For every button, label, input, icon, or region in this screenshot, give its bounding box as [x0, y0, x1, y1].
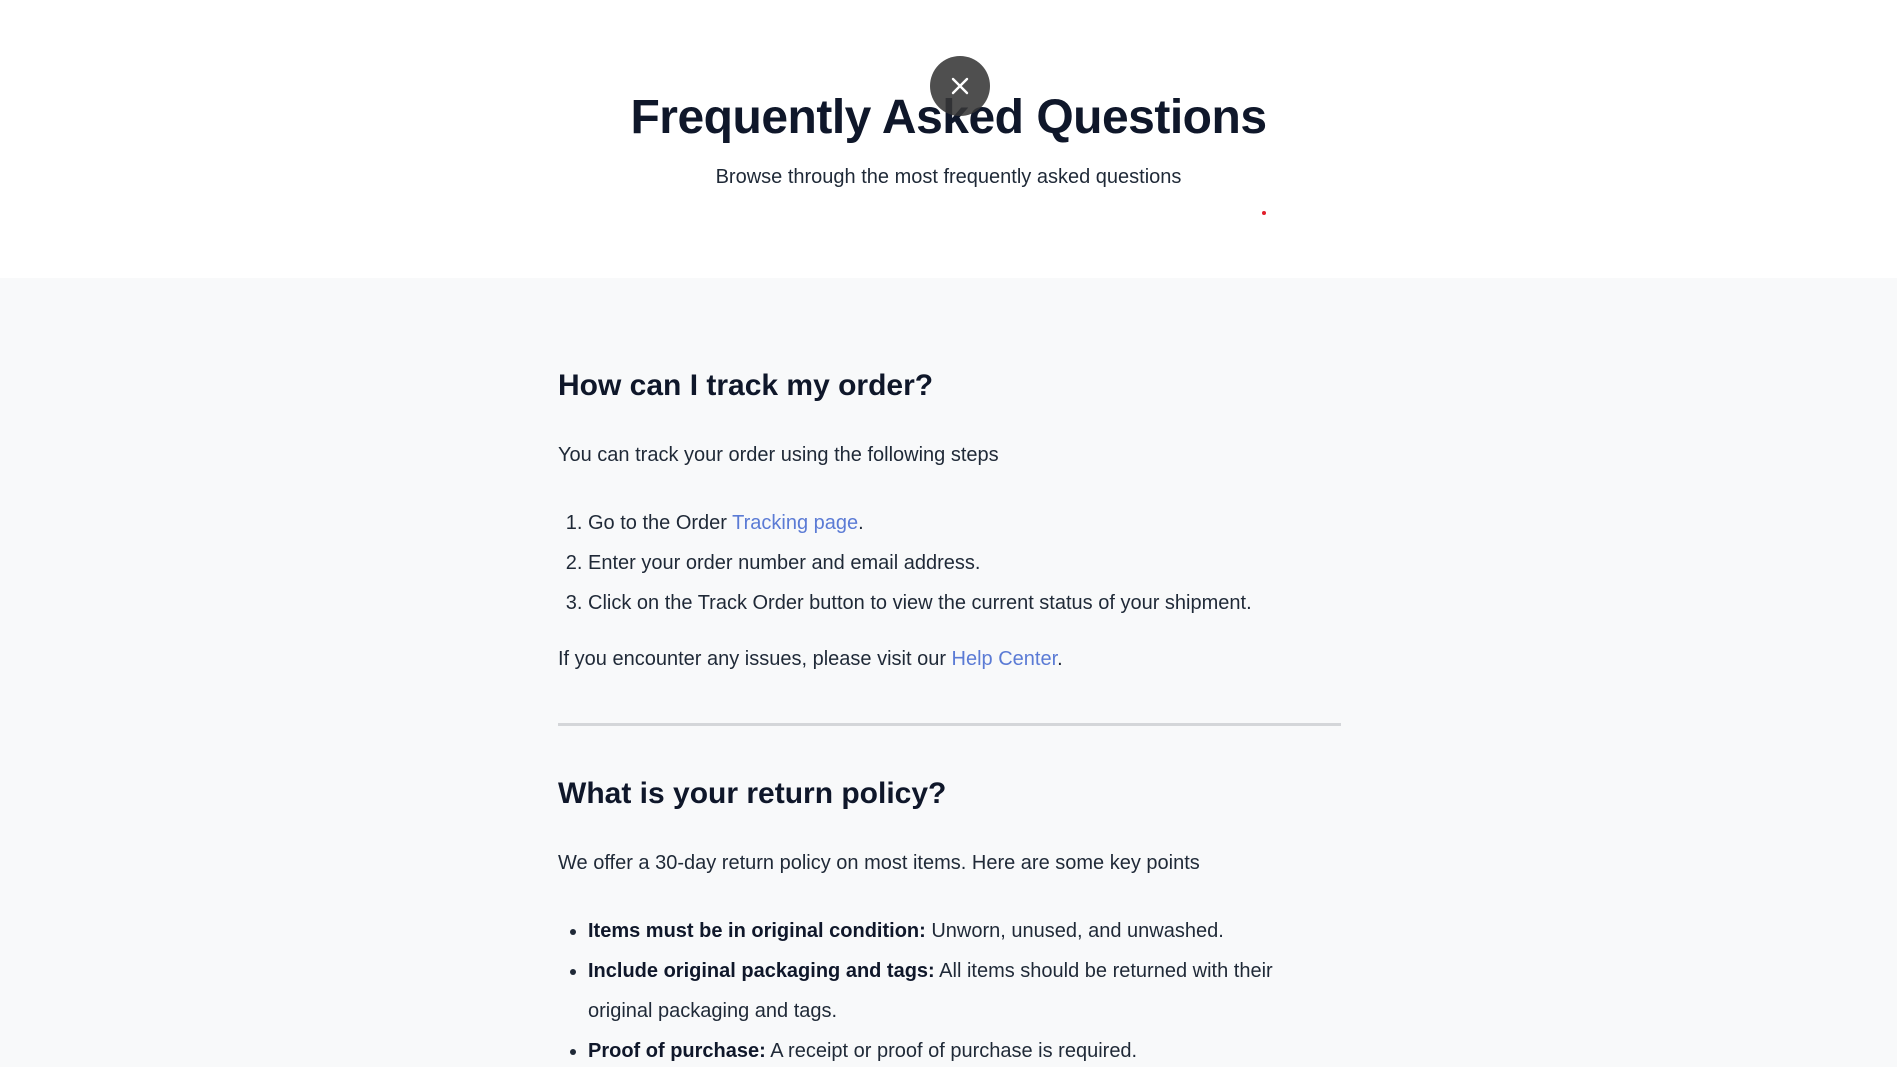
tracking-steps-list: Go to the Order Tracking page. Enter you… [558, 503, 1341, 623]
cursor-dot [1262, 211, 1266, 215]
help-center-link[interactable]: Help Center [952, 648, 1058, 670]
close-button[interactable] [930, 56, 990, 116]
point-label: Items must be in original condition: [588, 920, 926, 942]
step-text: Click on the Track Order button to view … [588, 592, 1252, 614]
page-subtitle: Browse through the most frequently asked… [715, 166, 1182, 188]
list-item: Click on the Track Order button to view … [588, 583, 1341, 623]
step-text: Enter your order number and email addres… [588, 552, 981, 574]
list-item: Proof of purchase: A receipt or proof of… [588, 1031, 1341, 1071]
outro-text: If you encounter any issues, please visi… [558, 648, 952, 670]
faq-list: How can I track my order? You can track … [0, 278, 1897, 1067]
list-item: Enter your order number and email addres… [588, 543, 1341, 583]
point-text: Unworn, unused, and unwashed. [925, 920, 1224, 942]
faq-question: What is your return policy? [558, 777, 947, 810]
point-text: A receipt or proof of purchase is requir… [765, 1040, 1138, 1062]
faq-answer-outro: If you encounter any issues, please visi… [558, 645, 1341, 673]
list-item: Items must be in original condition: Unw… [588, 911, 1341, 951]
list-item: Go to the Order Tracking page. [588, 503, 1341, 543]
point-label: Include original packaging and tags: [588, 960, 935, 982]
close-icon [951, 77, 969, 95]
list-item: Include original packaging and tags: All… [588, 951, 1341, 1031]
outro-punctuation: . [1057, 648, 1063, 670]
step-punctuation: . [858, 512, 864, 534]
step-text: Go to the Order [588, 512, 733, 534]
tracking-page-link[interactable]: Tracking page [732, 512, 858, 534]
faq-answer-intro: You can track your order using the follo… [558, 444, 999, 466]
section-divider [558, 723, 1341, 726]
faq-answer-intro: We offer a 30-day return policy on most … [558, 852, 1200, 874]
return-points-list: Items must be in original condition: Unw… [558, 911, 1341, 1071]
faq-question: How can I track my order? [558, 369, 934, 402]
faq-hero: Frequently Asked Questions Browse throug… [0, 0, 1897, 278]
faq-item-return-policy: What is your return policy? We offer a 3… [558, 774, 1341, 1071]
faq-item-track-order: How can I track my order? You can track … [558, 366, 1341, 673]
point-label: Proof of purchase: [588, 1040, 766, 1062]
